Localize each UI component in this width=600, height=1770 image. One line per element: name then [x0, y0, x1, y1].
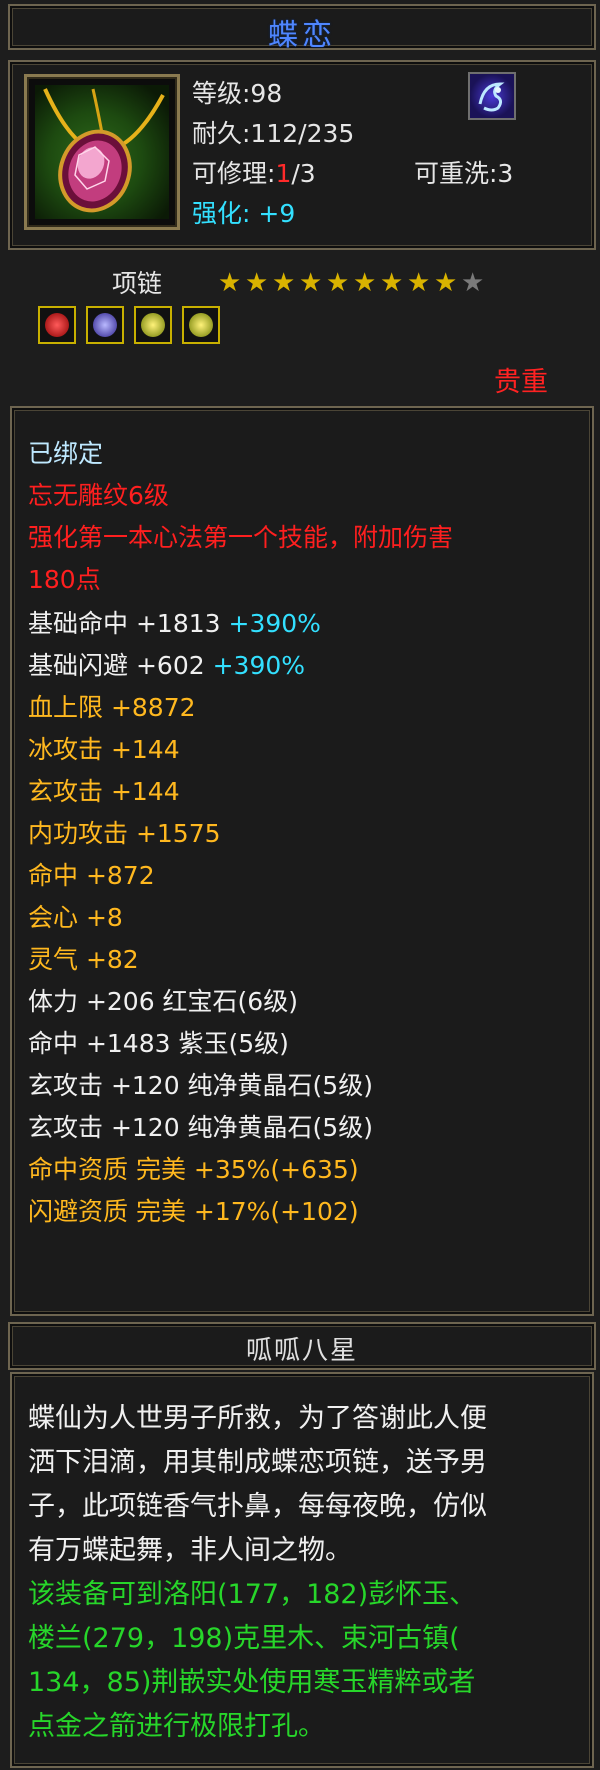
description-panel: 蝶仙为人世男子所救，为了答谢此人便 洒下泪滴，用其制成蝶恋项链，送予男 子，此项… — [10, 1372, 594, 1768]
base-stat-line: 基础命中 +1813 +390% — [28, 604, 321, 640]
gem-socket-icon[interactable] — [86, 306, 124, 344]
hint-line: 134，85)荆嵌实处使用寒玉精粹或者 — [28, 1667, 476, 1698]
durability-text: 耐久:112/235 — [192, 119, 355, 148]
star-icon: ★ — [218, 268, 242, 298]
base-stat-label: 基础闪避 — [28, 651, 129, 680]
aptitude-line: 命中资质 完美 +35%(+635) — [28, 1155, 359, 1184]
subtitle-text: 呱呱八星 — [245, 1336, 358, 1366]
effect-line-1: 强化第一本心法第一个技能，附加伤害 — [28, 523, 454, 552]
star-icon: ★ — [245, 268, 269, 298]
gem-stat-line: 玄攻击 +120 纯净黄晶石(5级) — [28, 1113, 373, 1142]
attr-line: 命中 +872 — [28, 861, 155, 890]
item-header: 等级:98 耐久:112/235 可修理:1/3 可重洗:3 强化: +9 — [8, 60, 596, 250]
item-tooltip: 蝶恋 等级:98 耐久:112/235 可修理:1/3 可重洗:3 强化: +9… — [0, 0, 600, 1770]
star-icon: ★ — [353, 268, 377, 298]
hint-line: 该装备可到洛阳(177，182)彭怀玉、 — [28, 1579, 477, 1610]
necklace-icon[interactable] — [24, 74, 180, 230]
star-icon: ★ — [299, 268, 323, 298]
rewash-text: 可重洗:3 — [414, 159, 514, 188]
rarity-label: 贵重 — [494, 367, 548, 398]
enhance-label: 强化: — [192, 199, 251, 228]
base-stat-pct: +390% — [212, 651, 306, 680]
star-icon: ★ — [434, 268, 458, 298]
enhance-value: +9 — [258, 199, 296, 228]
attr-line: 血上限 +8872 — [28, 693, 196, 722]
star-icon: ★ — [380, 268, 404, 298]
base-stat-line: 基础闪避 +602 +390% — [28, 646, 305, 682]
aptitude-line: 闪避资质 完美 +17%(+102) — [28, 1197, 359, 1226]
repair-text: 可修理:1/3 — [192, 154, 316, 190]
item-title: 蝶恋 — [268, 18, 336, 53]
gem-socket-icon[interactable] — [38, 306, 76, 344]
gem-socket-icon[interactable] — [134, 306, 172, 344]
star-icon: ★ — [407, 268, 431, 298]
stats-panel: 已绑定 忘无雕纹6级 强化第一本心法第一个技能，附加伤害 180点 基础命中 +… — [10, 406, 594, 1316]
star-icon: ★ — [272, 268, 296, 298]
gem-stat-line: 命中 +1483 紫玉(5级) — [28, 1029, 289, 1058]
star-icon: ★ — [326, 268, 350, 298]
repair-total: /3 — [291, 159, 316, 188]
bound-status: 已绑定 — [28, 439, 104, 468]
description-line: 子，此项链香气扑鼻，每每夜晚，仿似 — [28, 1491, 487, 1522]
base-stat-pct: +390% — [228, 609, 321, 638]
repair-prefix: 可修理: — [192, 159, 276, 188]
gem-stat-line: 玄攻击 +120 纯净黄晶石(5级) — [28, 1071, 373, 1100]
base-stat-value: +602 — [135, 651, 205, 680]
subtitle-bar: 呱呱八星 — [8, 1322, 596, 1370]
base-stat-value: +1813 — [135, 609, 221, 638]
gem-socket-icon[interactable] — [182, 306, 220, 344]
gem-stat-line: 体力 +206 红宝石(6级) — [28, 987, 298, 1016]
spirit-icon[interactable] — [468, 72, 516, 120]
attr-line: 灵气 +82 — [28, 945, 139, 974]
attr-line: 玄攻击 +144 — [28, 777, 180, 806]
description-line: 有万蝶起舞，非人间之物。 — [28, 1535, 352, 1566]
engrave-text: 忘无雕纹6级 — [28, 481, 169, 510]
item-type: 项链 — [112, 269, 163, 298]
hint-line: 楼兰(279，198)克里木、束河古镇( — [28, 1623, 460, 1654]
description-line: 蝶仙为人世男子所救，为了答谢此人便 — [28, 1403, 487, 1434]
effect-line-2: 180点 — [28, 565, 101, 594]
title-bar: 蝶恋 — [8, 4, 596, 53]
repair-current: 1 — [275, 159, 292, 188]
enhance-text: 强化: +9 — [192, 194, 295, 230]
level-text: 等级:98 — [192, 79, 283, 108]
attr-line: 冰攻击 +144 — [28, 735, 180, 764]
attr-line: 内功攻击 +1575 — [28, 819, 221, 848]
attr-line: 会心 +8 — [28, 903, 123, 932]
description-line: 洒下泪滴，用其制成蝶恋项链，送予男 — [28, 1447, 487, 1478]
base-stat-label: 基础命中 — [28, 609, 129, 638]
hint-line: 点金之箭进行极限打孔。 — [28, 1711, 325, 1742]
star-icon: ★ — [461, 268, 485, 298]
